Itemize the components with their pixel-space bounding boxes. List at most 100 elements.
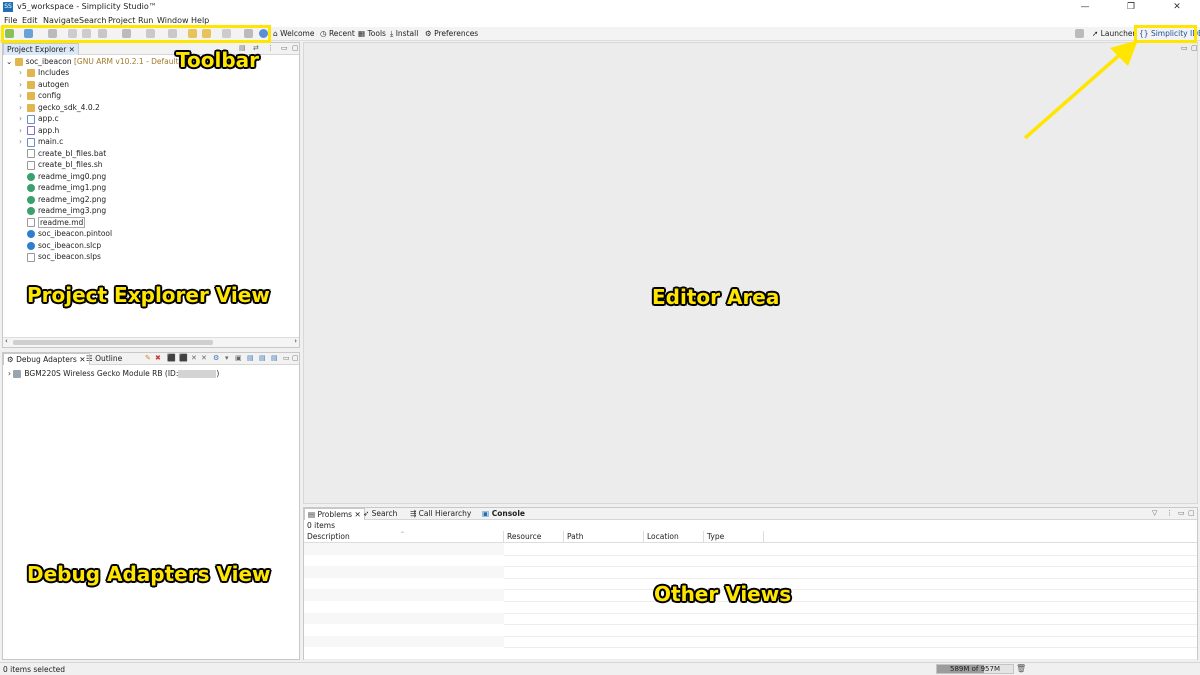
tree-item[interactable]: readme_img0.png bbox=[19, 171, 106, 182]
restore-button[interactable]: ❐ bbox=[1108, 0, 1154, 15]
recent-button[interactable]: ◷ Recent bbox=[320, 29, 355, 38]
maximize-view-icon[interactable]: ▢ bbox=[292, 44, 299, 52]
maximize-view-icon[interactable]: ▢ bbox=[1188, 509, 1195, 517]
device-config-icon[interactable]: ▤ bbox=[247, 354, 254, 362]
menu-navigate[interactable]: Navigate bbox=[43, 16, 79, 25]
tab-outline[interactable]: ☷ Outline bbox=[83, 353, 125, 364]
tree-item[interactable]: › app.c bbox=[19, 113, 59, 124]
maximize-editor-icon[interactable]: ▢ bbox=[1191, 44, 1198, 52]
scrollbar-thumb[interactable] bbox=[13, 340, 213, 345]
tree-item[interactable]: create_bl_files.sh bbox=[19, 159, 103, 170]
minimize-view-icon[interactable]: ▭ bbox=[283, 354, 290, 362]
adapter-settings-icon[interactable]: ⚙ bbox=[213, 354, 219, 362]
column-location[interactable]: Location bbox=[644, 531, 704, 543]
pintool-icon bbox=[27, 230, 35, 238]
minimize-editor-icon[interactable]: ▭ bbox=[1181, 44, 1188, 52]
console-icon[interactable]: ▣ bbox=[235, 354, 242, 362]
tree-item[interactable]: › Includes bbox=[19, 67, 69, 78]
menu-window[interactable]: Window bbox=[157, 16, 189, 25]
upload-icon[interactable]: ⬛ bbox=[167, 354, 176, 362]
image-icon bbox=[27, 207, 35, 215]
title-bar: SS v5_workspace - Simplicity Studio™ — ❐… bbox=[0, 0, 1200, 15]
tree-item[interactable]: › autogen bbox=[19, 79, 69, 90]
dropdown-icon[interactable]: ▾ bbox=[225, 354, 229, 362]
tree-item[interactable]: › config bbox=[19, 90, 61, 101]
tree-item[interactable]: create_bl_files.bat bbox=[19, 148, 106, 159]
menu-help[interactable]: Help bbox=[191, 16, 209, 25]
minimize-button[interactable]: — bbox=[1062, 0, 1108, 15]
connect-icon[interactable]: ✎ bbox=[145, 354, 151, 362]
tree-item-label: app.c bbox=[38, 114, 59, 123]
chevron-down-icon[interactable]: ⌄ bbox=[6, 57, 12, 66]
garbage-collect-icon[interactable]: 🗑 bbox=[1016, 664, 1026, 673]
view-menu-icon[interactable]: ⋮ bbox=[267, 44, 274, 52]
tree-item[interactable]: readme_img1.png bbox=[19, 182, 106, 193]
scroll-left-icon[interactable]: ‹ bbox=[5, 337, 8, 345]
close-tab-icon[interactable]: ✕ bbox=[69, 45, 75, 54]
chevron-right-icon[interactable]: › bbox=[19, 125, 27, 136]
close-button[interactable]: ✕ bbox=[1154, 0, 1200, 15]
menu-project[interactable]: Project bbox=[108, 16, 135, 25]
export-device-icon[interactable]: ⬛ bbox=[179, 354, 188, 362]
maximize-view-icon[interactable]: ▢ bbox=[292, 354, 299, 362]
tab-call-hierarchy[interactable]: ⇶ Call Hierarchy bbox=[407, 508, 474, 519]
column-resource[interactable]: Resource bbox=[504, 531, 564, 543]
open-perspective-icon[interactable] bbox=[1075, 29, 1084, 38]
tree-item[interactable]: soc_ibeacon.slcp bbox=[19, 240, 101, 251]
debug-adapter-row[interactable]: › BGM220S Wireless Gecko Module RB (ID:) bbox=[8, 368, 219, 379]
minimize-view-icon[interactable]: ▭ bbox=[1178, 509, 1185, 517]
refresh-icon[interactable]: ✕ bbox=[191, 354, 197, 362]
menu-file[interactable]: File bbox=[4, 16, 17, 25]
view-menu-icon[interactable]: ⋮ bbox=[1166, 509, 1173, 517]
install-button[interactable]: ⤓ Install bbox=[390, 29, 418, 39]
preferences-button[interactable]: ⚙ Preferences bbox=[425, 29, 478, 38]
expand-icon[interactable]: ▤ bbox=[271, 354, 278, 362]
chevron-right-icon[interactable]: › bbox=[19, 136, 27, 147]
menu-search[interactable]: Search bbox=[79, 16, 106, 25]
chevron-right-icon[interactable]: › bbox=[19, 67, 27, 78]
column-description[interactable]: Description ⌃ bbox=[304, 531, 504, 543]
column-path[interactable]: Path bbox=[564, 531, 644, 543]
welcome-button[interactable]: ⌂ Welcome bbox=[273, 29, 314, 38]
tree-item[interactable]: › gecko_sdk_4.0.2 bbox=[19, 102, 100, 113]
tree-item[interactable]: soc_ibeacon.slps bbox=[19, 251, 101, 262]
table-cell bbox=[304, 589, 504, 602]
annotation-arrow bbox=[1023, 40, 1138, 140]
tab-search[interactable]: ➶ Search bbox=[360, 508, 400, 519]
menu-edit[interactable]: Edit bbox=[22, 16, 38, 25]
tab-problems[interactable]: ▤ Problems ✕ bbox=[304, 508, 365, 520]
chevron-right-icon[interactable]: › bbox=[19, 79, 27, 90]
disconnect-icon[interactable]: ✖ bbox=[155, 354, 161, 362]
tree-item-label: readme_img0.png bbox=[38, 171, 107, 181]
tree-item[interactable]: › main.c bbox=[19, 136, 63, 147]
chevron-right-icon[interactable]: › bbox=[19, 102, 27, 113]
minimize-view-icon[interactable]: ▭ bbox=[281, 44, 288, 52]
tree-item[interactable]: readme_img3.png bbox=[19, 205, 106, 216]
tree-item[interactable]: readme.md bbox=[19, 216, 86, 228]
launcher-perspective[interactable]: ➚ Launcher bbox=[1092, 29, 1136, 38]
folder-icon bbox=[27, 92, 35, 100]
includes-icon bbox=[27, 69, 35, 77]
chevron-right-icon[interactable]: › bbox=[19, 90, 27, 101]
chevron-right-icon[interactable]: › bbox=[19, 113, 27, 124]
tree-item[interactable]: readme_img2.png bbox=[19, 194, 106, 205]
file-icon bbox=[27, 149, 35, 158]
menu-run[interactable]: Run bbox=[138, 16, 153, 25]
tab-console[interactable]: ▣ Console bbox=[479, 508, 528, 519]
tab-project-explorer[interactable]: Project Explorer ✕ bbox=[3, 43, 79, 55]
table-cell bbox=[304, 543, 504, 555]
scroll-right-icon[interactable]: › bbox=[294, 337, 297, 345]
collapse-icon[interactable]: ▤ bbox=[259, 354, 266, 362]
tree-item[interactable]: soc_ibeacon.pintool bbox=[19, 228, 112, 239]
chevron-right-icon[interactable]: › bbox=[8, 369, 11, 378]
tree-item-label: readme_img2.png bbox=[38, 194, 107, 204]
delete-icon[interactable]: ✕ bbox=[201, 354, 207, 362]
tools-button[interactable]: ▦ Tools bbox=[358, 29, 386, 38]
tab-debug-adapters[interactable]: ⚙ Debug Adapters ✕ bbox=[3, 353, 90, 365]
tree-item[interactable]: › app.h bbox=[19, 125, 59, 136]
heap-status[interactable]: 589M of 957M bbox=[936, 664, 1014, 674]
image-icon bbox=[27, 195, 35, 204]
column-type[interactable]: Type bbox=[704, 531, 764, 543]
filter-icon[interactable]: ▽ bbox=[1152, 509, 1157, 517]
horizontal-scrollbar[interactable]: ‹ › bbox=[3, 337, 299, 347]
